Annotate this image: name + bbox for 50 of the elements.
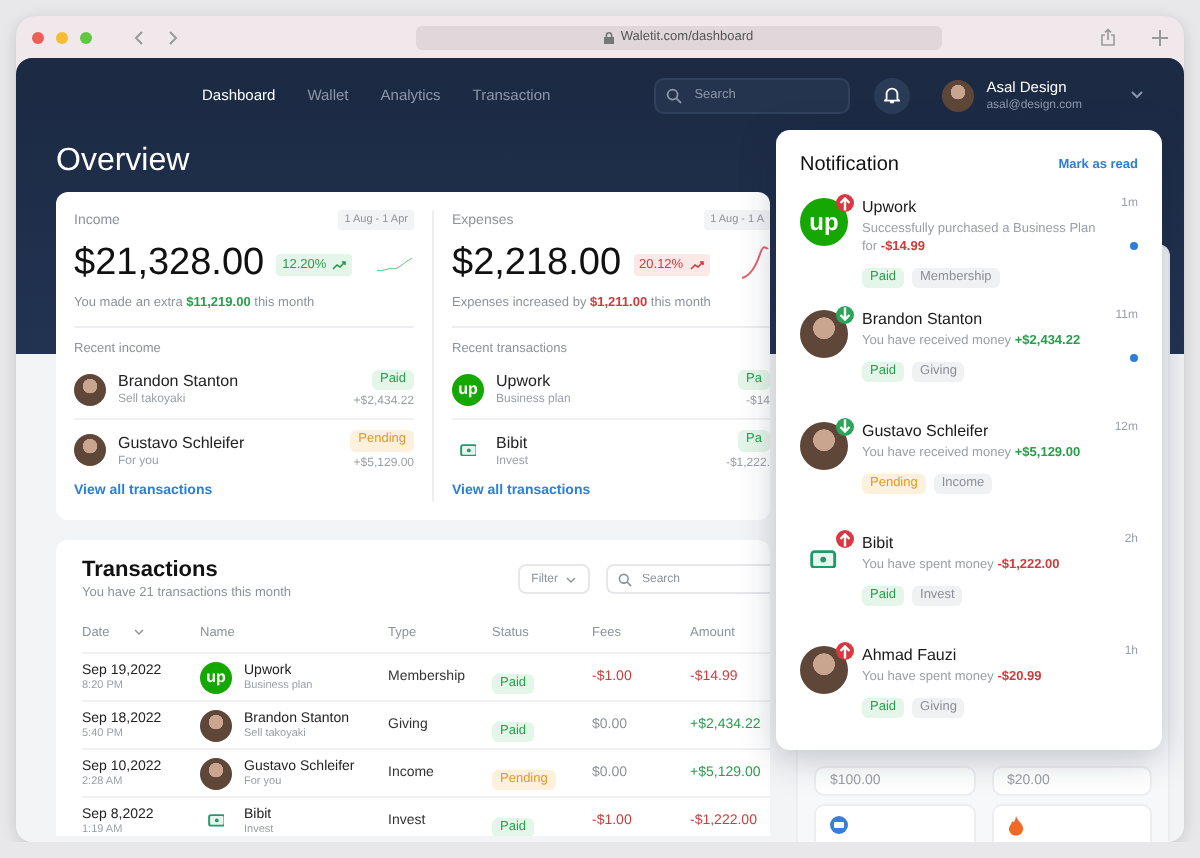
- total-amount: $2,218.00: [452, 242, 622, 286]
- bell-icon: [884, 86, 901, 104]
- search-icon: [618, 572, 632, 586]
- minimize-window-button[interactable]: [56, 31, 68, 43]
- section-title: Transactions: [82, 558, 220, 582]
- upwork-logo: up: [452, 373, 484, 405]
- maximize-window-button[interactable]: [80, 31, 92, 43]
- cash-icon: [459, 443, 477, 457]
- share-icon[interactable]: [1100, 28, 1116, 46]
- upwork-logo: up: [800, 198, 848, 246]
- notification-title: Gustavo Schleifer: [862, 422, 991, 441]
- notification-title: Upwork: [862, 198, 919, 216]
- notification-button[interactable]: [874, 77, 911, 113]
- cash-icon: [207, 814, 225, 828]
- sort-chevron-icon[interactable]: [133, 628, 144, 636]
- forward-icon[interactable]: [168, 29, 180, 45]
- sparkline-drawing: [740, 246, 770, 282]
- avatar: [74, 373, 106, 405]
- fire-icon: [1007, 815, 1023, 835]
- back-icon[interactable]: [132, 29, 144, 45]
- item-name: Upwork: [496, 372, 553, 390]
- notification-title: Bibit: [862, 534, 896, 553]
- notification-title: Ahmad Fauzi: [862, 646, 959, 665]
- item-name: Bibit: [496, 433, 529, 451]
- item-name: Gustavo Schleifer: [118, 433, 245, 451]
- card-icon: [830, 816, 848, 834]
- total-amount: $21,328.00: [74, 242, 265, 286]
- user-avatar[interactable]: [942, 79, 975, 111]
- lock-icon: [604, 31, 615, 43]
- avatar: [800, 310, 848, 359]
- panel-title: Notification: [800, 154, 899, 176]
- upwork-logo: up: [200, 661, 232, 693]
- wallet-card[interactable]: [991, 804, 1152, 842]
- avatar: [800, 422, 848, 471]
- item-name: Brandon Stanton: [118, 372, 239, 390]
- page-title: Overview: [56, 142, 190, 182]
- chevron-down-icon[interactable]: [1130, 90, 1144, 100]
- trend-up-icon: [332, 259, 347, 269]
- wallet-card[interactable]: [814, 804, 975, 842]
- cash-icon: [810, 549, 838, 569]
- new-tab-icon[interactable]: [1152, 29, 1168, 45]
- avatar: [200, 709, 232, 741]
- notification-title: Brandon Stanton: [862, 310, 985, 329]
- avatar: [800, 646, 848, 695]
- trend-up-icon: [689, 259, 704, 269]
- avatar: [200, 757, 232, 789]
- avatar: [74, 434, 106, 466]
- chevron-down-icon: [566, 575, 576, 583]
- search-icon: [666, 87, 683, 103]
- close-window-button[interactable]: [32, 31, 44, 43]
